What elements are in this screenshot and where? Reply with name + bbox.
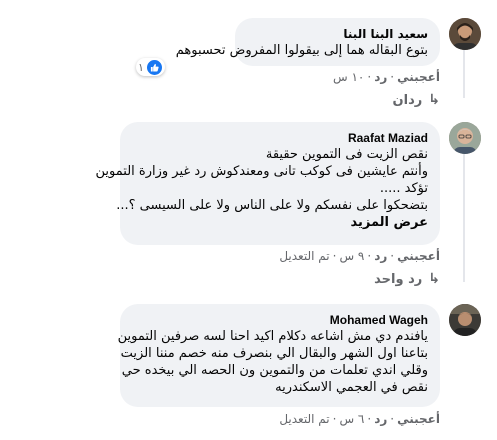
avatar[interactable] — [449, 122, 481, 154]
comment-author[interactable]: سعيد البنا البنا — [247, 26, 428, 42]
reaction-badge[interactable]: ١ — [136, 58, 165, 76]
see-more-link[interactable]: عرض المزيد — [132, 214, 428, 232]
comment-actions: أعجبني·رد·٩ س·تم التعديل — [279, 249, 440, 263]
like-button[interactable]: أعجبني — [397, 412, 440, 426]
view-replies-label: ردان — [392, 93, 423, 108]
view-replies-label: رد واحد — [374, 272, 423, 287]
avatar[interactable] — [449, 18, 481, 50]
reply-arrow-icon: ↳ — [428, 271, 440, 287]
comment-text-line: بتضحكوا على نفسكم ولا على الناس ولا على … — [116, 198, 428, 213]
like-button[interactable]: أعجبني — [397, 249, 440, 263]
reply-button[interactable]: رد — [374, 249, 387, 263]
comment-text-line: نقص في العجمي الاسكندريه — [275, 380, 428, 395]
thread-line — [463, 154, 465, 282]
comment-bubble: Raafat Maziad نقص الزيت فى التموين حقيقة… — [95, 122, 440, 245]
thread-line — [463, 50, 465, 98]
comment-actions: أعجبني·رد·١٠ س — [333, 70, 440, 84]
comment-time[interactable]: ٩ س — [339, 249, 364, 263]
comment-text-line: تؤكد ..... — [379, 181, 428, 196]
comment-text-line: بتاعنا اول الشهر والبقال الي بنصرف منه خ… — [120, 346, 428, 361]
comment-text-line: وقلي اندي تعلمات من والتموين ون الحصه ال… — [121, 363, 428, 378]
user-photo-icon — [449, 122, 481, 154]
comment-time[interactable]: ٦ س — [339, 412, 364, 426]
user-photo-icon — [449, 18, 481, 50]
reply-button[interactable]: رد — [374, 412, 387, 426]
comment-bubble: سعيد البنا البنا بتوع البقاله هما إلى بي… — [175, 18, 440, 66]
comment-text-line: يافندم دي مش اشاعه دكلام اكيد احنا لسه ص… — [117, 329, 428, 344]
comment-text-line: وأنتم عايشين فى كوكب تانى ومعندكوش رد غي… — [95, 164, 428, 179]
avatar[interactable] — [449, 304, 481, 336]
user-photo-icon — [449, 304, 481, 336]
edited-label: تم التعديل — [279, 412, 330, 426]
like-button[interactable]: أعجبني — [397, 70, 440, 84]
reply-button[interactable]: رد — [374, 70, 387, 84]
reply-arrow-icon: ↳ — [428, 92, 440, 108]
comment-author[interactable]: Mohamed Wageh — [132, 312, 428, 328]
reaction-count: ١ — [138, 60, 144, 74]
comment-bubble: Mohamed Wageh يافندم دي مش اشاعه دكلام ا… — [117, 304, 440, 407]
comment-actions: أعجبني·رد·٦ س·تم التعديل — [279, 412, 440, 426]
like-reaction-icon — [146, 59, 162, 75]
comment-author[interactable]: Raafat Maziad — [132, 130, 428, 146]
view-replies-link[interactable]: ↳ رد واحد — [374, 270, 440, 289]
comment-text-line: نقص الزيت فى التموين حقيقة — [265, 147, 428, 162]
edited-label: تم التعديل — [279, 249, 330, 263]
comment-text: بتوع البقاله هما إلى بيقولوا المفروض تحس… — [175, 43, 428, 58]
comment-time[interactable]: ١٠ س — [333, 70, 364, 84]
view-replies-link[interactable]: ↳ ردان — [393, 91, 440, 110]
